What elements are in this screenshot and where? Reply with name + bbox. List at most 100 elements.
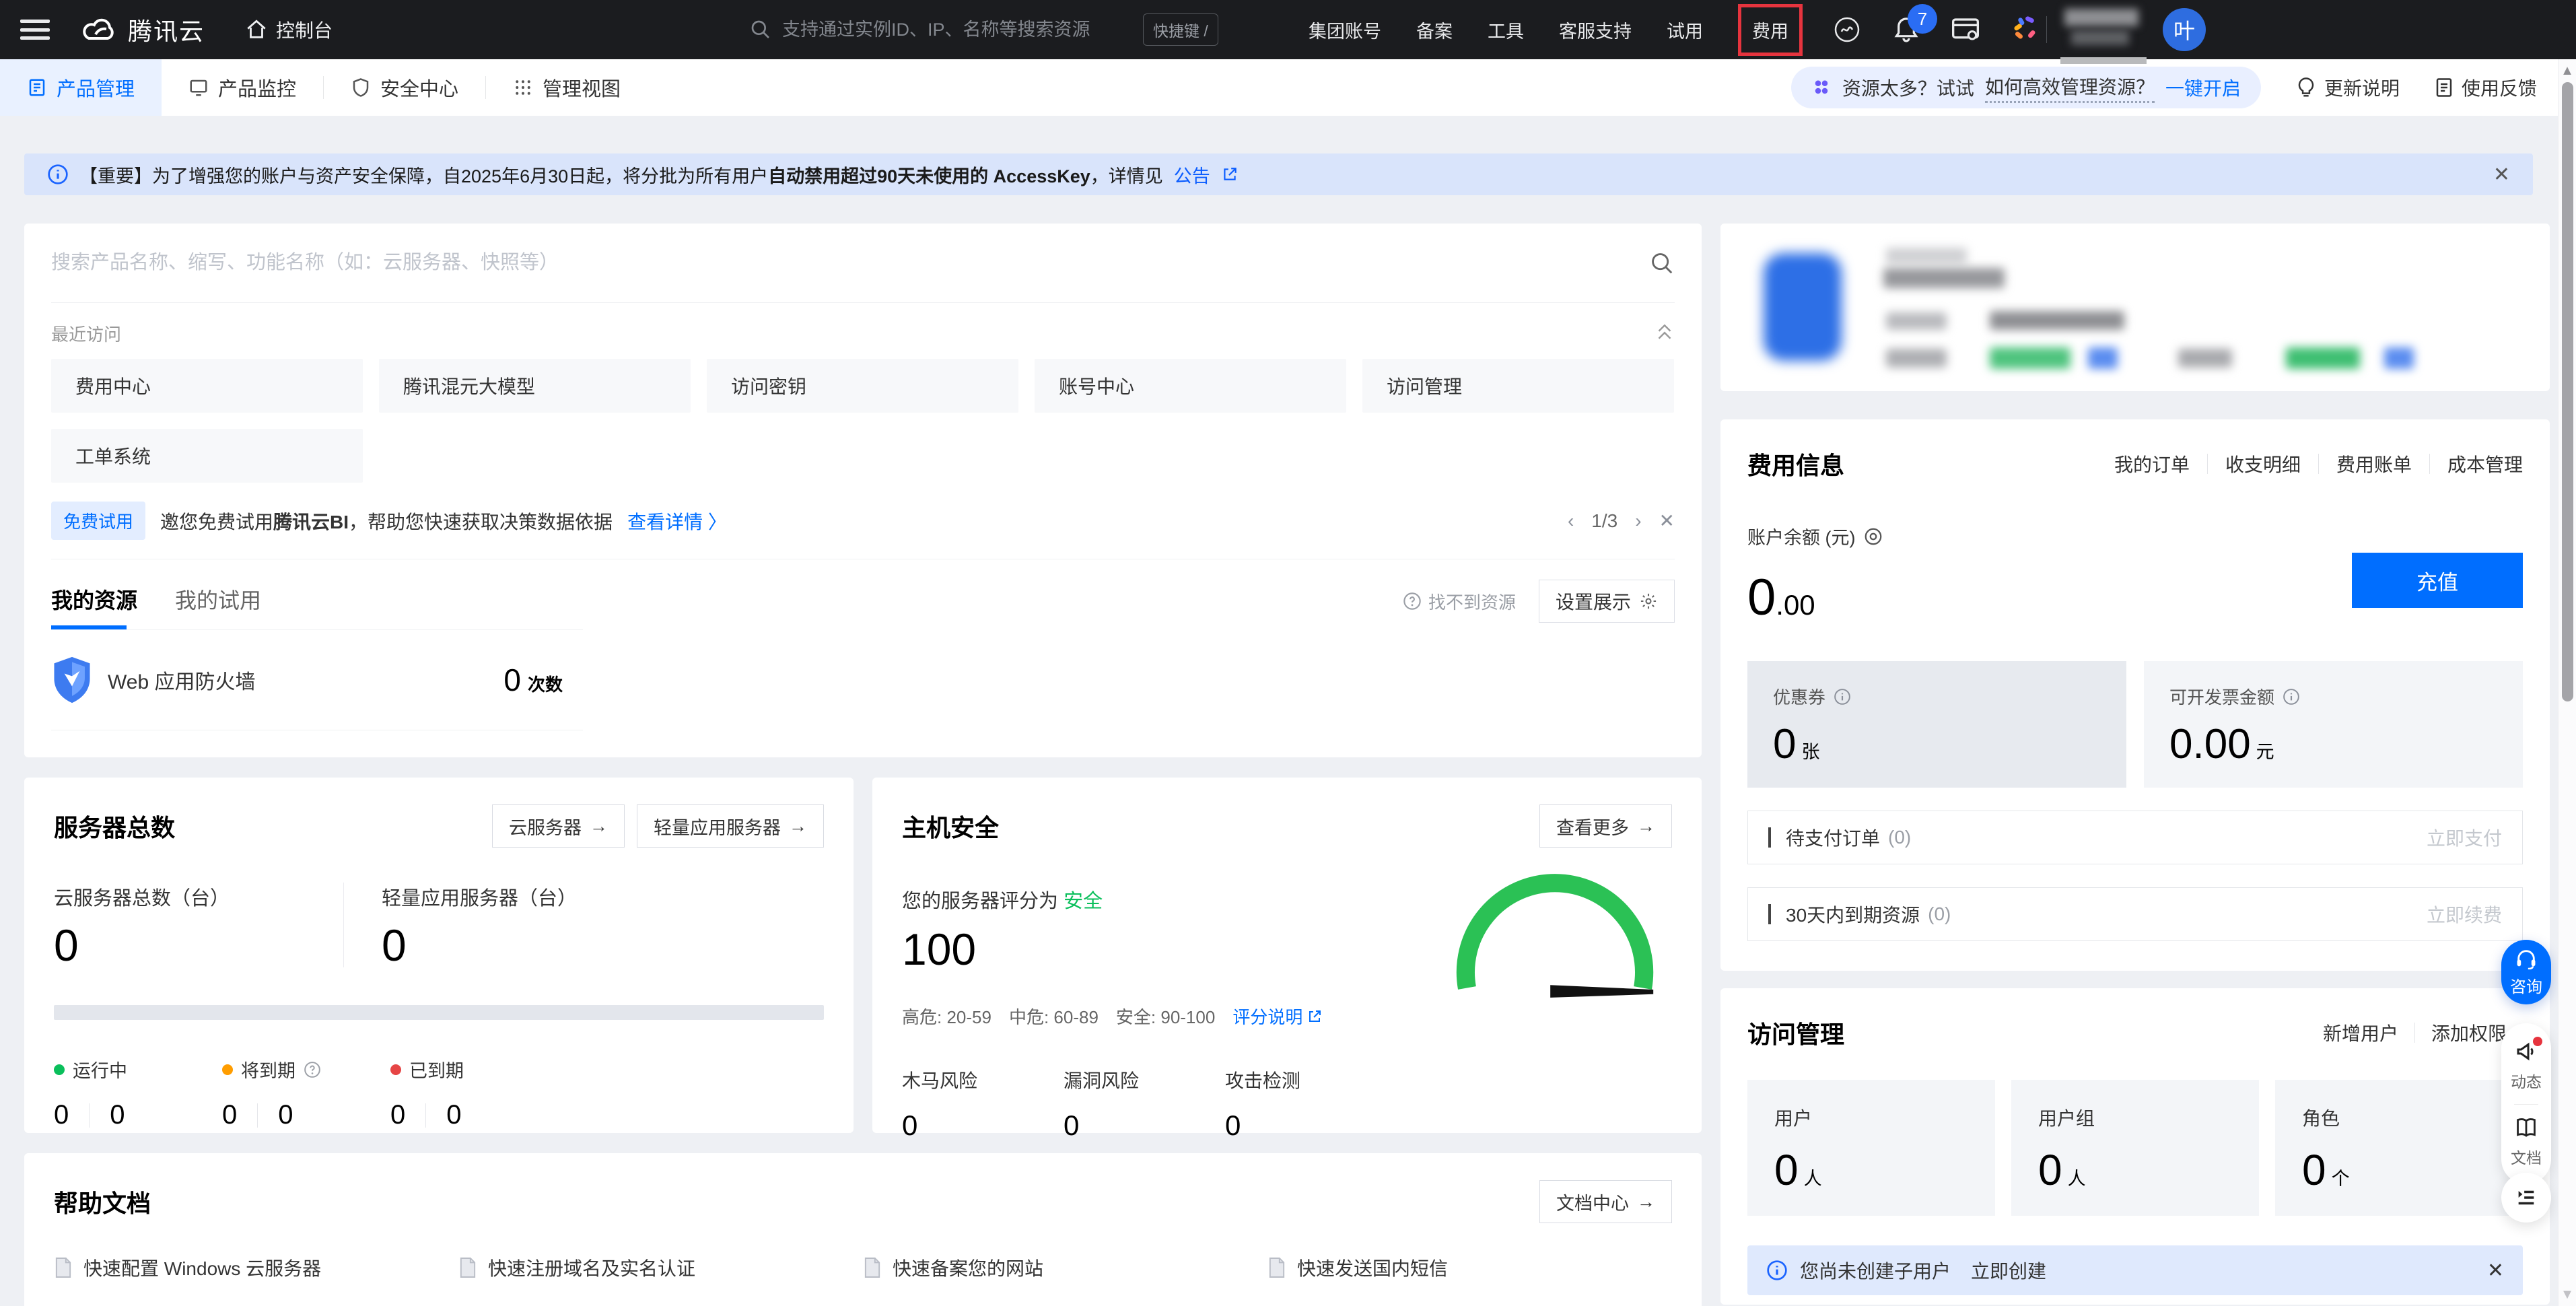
- pay-now-link[interactable]: 立即支付: [2427, 824, 2502, 851]
- announcement-link[interactable]: 公告: [1174, 162, 1210, 188]
- menu-fee-annotated[interactable]: 费用: [1738, 4, 1803, 56]
- recharge-button[interactable]: 充值: [2352, 553, 2523, 608]
- invoice-amount-box[interactable]: 可开发票金额 0.00元: [2144, 661, 2523, 788]
- sub-navbar: 产品管理 产品监控 安全中心 管理视图 资源太多？试试 如何高效管理资源？ 一键…: [0, 59, 2576, 116]
- user-groups-box[interactable]: 用户组 0人: [2011, 1080, 2259, 1216]
- chip-ticket[interactable]: 工单系统: [51, 429, 363, 483]
- arrow-right-icon: →: [1637, 1192, 1655, 1212]
- help-link[interactable]: 快速备案您的网站: [863, 1254, 1267, 1281]
- eye-icon[interactable]: [1863, 526, 1883, 547]
- question-circle-icon[interactable]: [304, 1061, 321, 1078]
- console-link[interactable]: 控制台: [245, 16, 333, 43]
- expiring-resources-row[interactable]: 30天内到期资源 (0) 立即续费: [1747, 887, 2523, 941]
- notification-badge: 7: [1908, 4, 1937, 34]
- page-scrollbar[interactable]: ▲ ▼: [2558, 59, 2576, 1306]
- chip-cam[interactable]: 访问管理: [1362, 359, 1674, 413]
- tab-product-management[interactable]: 产品管理: [0, 59, 162, 116]
- create-now-link[interactable]: 立即创建: [1971, 1257, 2046, 1284]
- feedback-doc-icon: [2435, 77, 2453, 98]
- unpaid-orders-row[interactable]: 待支付订单 (0) 立即支付: [1747, 811, 2523, 864]
- lighthouse-button[interactable]: 轻量应用服务器→: [637, 804, 824, 848]
- global-search[interactable]: 快捷键 /: [750, 13, 1261, 46]
- help-link[interactable]: 快速配置 Windows 云服务器: [54, 1254, 458, 1281]
- waf-resource-cell[interactable]: Web 应用防火墙 0 次数: [51, 629, 583, 730]
- service-status-icon[interactable]: [1832, 15, 1862, 44]
- cant-find-resource-link[interactable]: 找不到资源: [1403, 589, 1516, 614]
- docs-button[interactable]: 文档: [2511, 1117, 2542, 1168]
- trial-detail-link[interactable]: 查看详情 〉: [627, 508, 727, 535]
- chip-hunyuan[interactable]: 腾讯混元大模型: [379, 359, 691, 413]
- menu-group-account[interactable]: 集团账号: [1309, 17, 1381, 43]
- tab-security-center[interactable]: 安全中心: [324, 59, 485, 116]
- left-column: 最近访问 费用中心 腾讯混元大模型 访问密钥 账号中心 访问管理 工单系统 免费…: [24, 224, 1702, 1306]
- consult-button[interactable]: 咨询: [2501, 940, 2551, 1004]
- next-page-icon[interactable]: ›: [1635, 510, 1641, 532]
- notification-bell-icon[interactable]: 7: [1891, 15, 1921, 44]
- renew-now-link[interactable]: 立即续费: [2427, 901, 2502, 928]
- chip-account-center[interactable]: 账号中心: [1035, 359, 1346, 413]
- doc-icon: [54, 1256, 73, 1279]
- cost-management-link[interactable]: 成本管理: [2430, 450, 2523, 477]
- scroll-up-icon[interactable]: ▲: [2561, 59, 2574, 82]
- menu-trial[interactable]: 试用: [1667, 17, 1703, 43]
- doc-center-button[interactable]: 文档中心→: [1539, 1180, 1672, 1223]
- tab-my-resources[interactable]: 我的资源: [51, 584, 137, 629]
- product-search-input[interactable]: [51, 252, 1649, 274]
- red-dot-badge: [2533, 1037, 2542, 1046]
- menu-icp[interactable]: 备案: [1416, 17, 1453, 43]
- resource-management-promo[interactable]: 资源太多？试试 如何高效管理资源？ 一键开启: [1791, 67, 2261, 108]
- trial-close-icon[interactable]: ✕: [1659, 510, 1675, 532]
- help-link[interactable]: 快速发送国内短信: [1267, 1254, 1672, 1281]
- avatar[interactable]: 叶: [2163, 8, 2206, 51]
- collapse-chevrons-icon[interactable]: [1655, 320, 1675, 347]
- coupon-box[interactable]: 优惠券 0张: [1747, 661, 2126, 788]
- income-expense-link[interactable]: 收支明细: [2208, 450, 2318, 477]
- nav-divider: [2046, 16, 2047, 43]
- scroll-down-icon[interactable]: ▼: [2561, 1283, 2574, 1306]
- update-notes-link[interactable]: 更新说明: [2296, 74, 2400, 101]
- score-level: 安全: [1064, 891, 1103, 912]
- menu-tools[interactable]: 工具: [1488, 17, 1524, 43]
- help-link[interactable]: 快速注册域名及实名认证: [458, 1254, 863, 1281]
- scrollbar-thumb[interactable]: [2562, 82, 2573, 701]
- billing-statement-link[interactable]: 费用账单: [2319, 450, 2429, 477]
- legend-expired: 已到期 00: [390, 1056, 559, 1130]
- server-progress-bar: [54, 1005, 824, 1020]
- display-settings-button[interactable]: 设置展示: [1539, 580, 1675, 623]
- access-management-card: 访问管理 新增用户 添加权限 用户 0人 用户组 0人: [1720, 988, 2550, 1305]
- feedback-link[interactable]: 使用反馈: [2435, 74, 2537, 101]
- cvm-button[interactable]: 云服务器→: [492, 804, 625, 848]
- chip-fee-center[interactable]: 费用中心: [51, 359, 363, 413]
- users-box[interactable]: 用户 0人: [1747, 1080, 1995, 1216]
- tab-my-trials[interactable]: 我的试用: [175, 584, 261, 629]
- list-icon: [2515, 1186, 2538, 1209]
- recent-chips: 费用中心 腾讯混元大模型 访问密钥 账号中心 访问管理 工单系统: [51, 359, 1675, 483]
- banner-close-icon[interactable]: ✕: [2493, 163, 2510, 186]
- hamburger-menu-icon[interactable]: [20, 20, 50, 40]
- view-more-button[interactable]: 查看更多→: [1539, 804, 1672, 848]
- my-orders-link[interactable]: 我的订单: [2097, 450, 2207, 477]
- console-settings-icon[interactable]: [1951, 15, 1980, 44]
- notice-close-icon[interactable]: ✕: [2487, 1259, 2504, 1282]
- roles-box[interactable]: 角色 0个: [2275, 1080, 2523, 1216]
- waf-name[interactable]: Web 应用防火墙: [108, 665, 255, 695]
- tab-product-monitor[interactable]: 产品监控: [162, 59, 323, 116]
- blue-badge-redacted: [2384, 347, 2414, 369]
- free-trial-badge: 免费试用: [51, 502, 145, 540]
- one-click-enable-link[interactable]: 一键开启: [2165, 74, 2241, 101]
- tencent-cloud-logo[interactable]: 腾讯云: [81, 12, 205, 47]
- colorful-pinwheel-icon[interactable]: [2010, 15, 2040, 44]
- menu-support[interactable]: 客服支持: [1559, 17, 1632, 43]
- search-icon[interactable]: [1649, 250, 1675, 276]
- prev-page-icon[interactable]: ‹: [1568, 510, 1574, 532]
- tab-management-view[interactable]: 管理视图: [486, 59, 648, 116]
- chip-access-key[interactable]: 访问密钥: [707, 359, 1018, 413]
- external-link-icon[interactable]: [1221, 166, 1239, 183]
- global-search-input[interactable]: [782, 20, 1132, 40]
- doc-icon: [1267, 1256, 1286, 1279]
- add-user-link[interactable]: 新增用户: [2307, 1019, 2414, 1046]
- feed-button[interactable]: 动态: [2511, 1039, 2542, 1092]
- username-redacted[interactable]: [2064, 6, 2145, 53]
- score-explain-link[interactable]: 评分说明: [1232, 1004, 1323, 1029]
- outline-list-button[interactable]: [2501, 1173, 2551, 1223]
